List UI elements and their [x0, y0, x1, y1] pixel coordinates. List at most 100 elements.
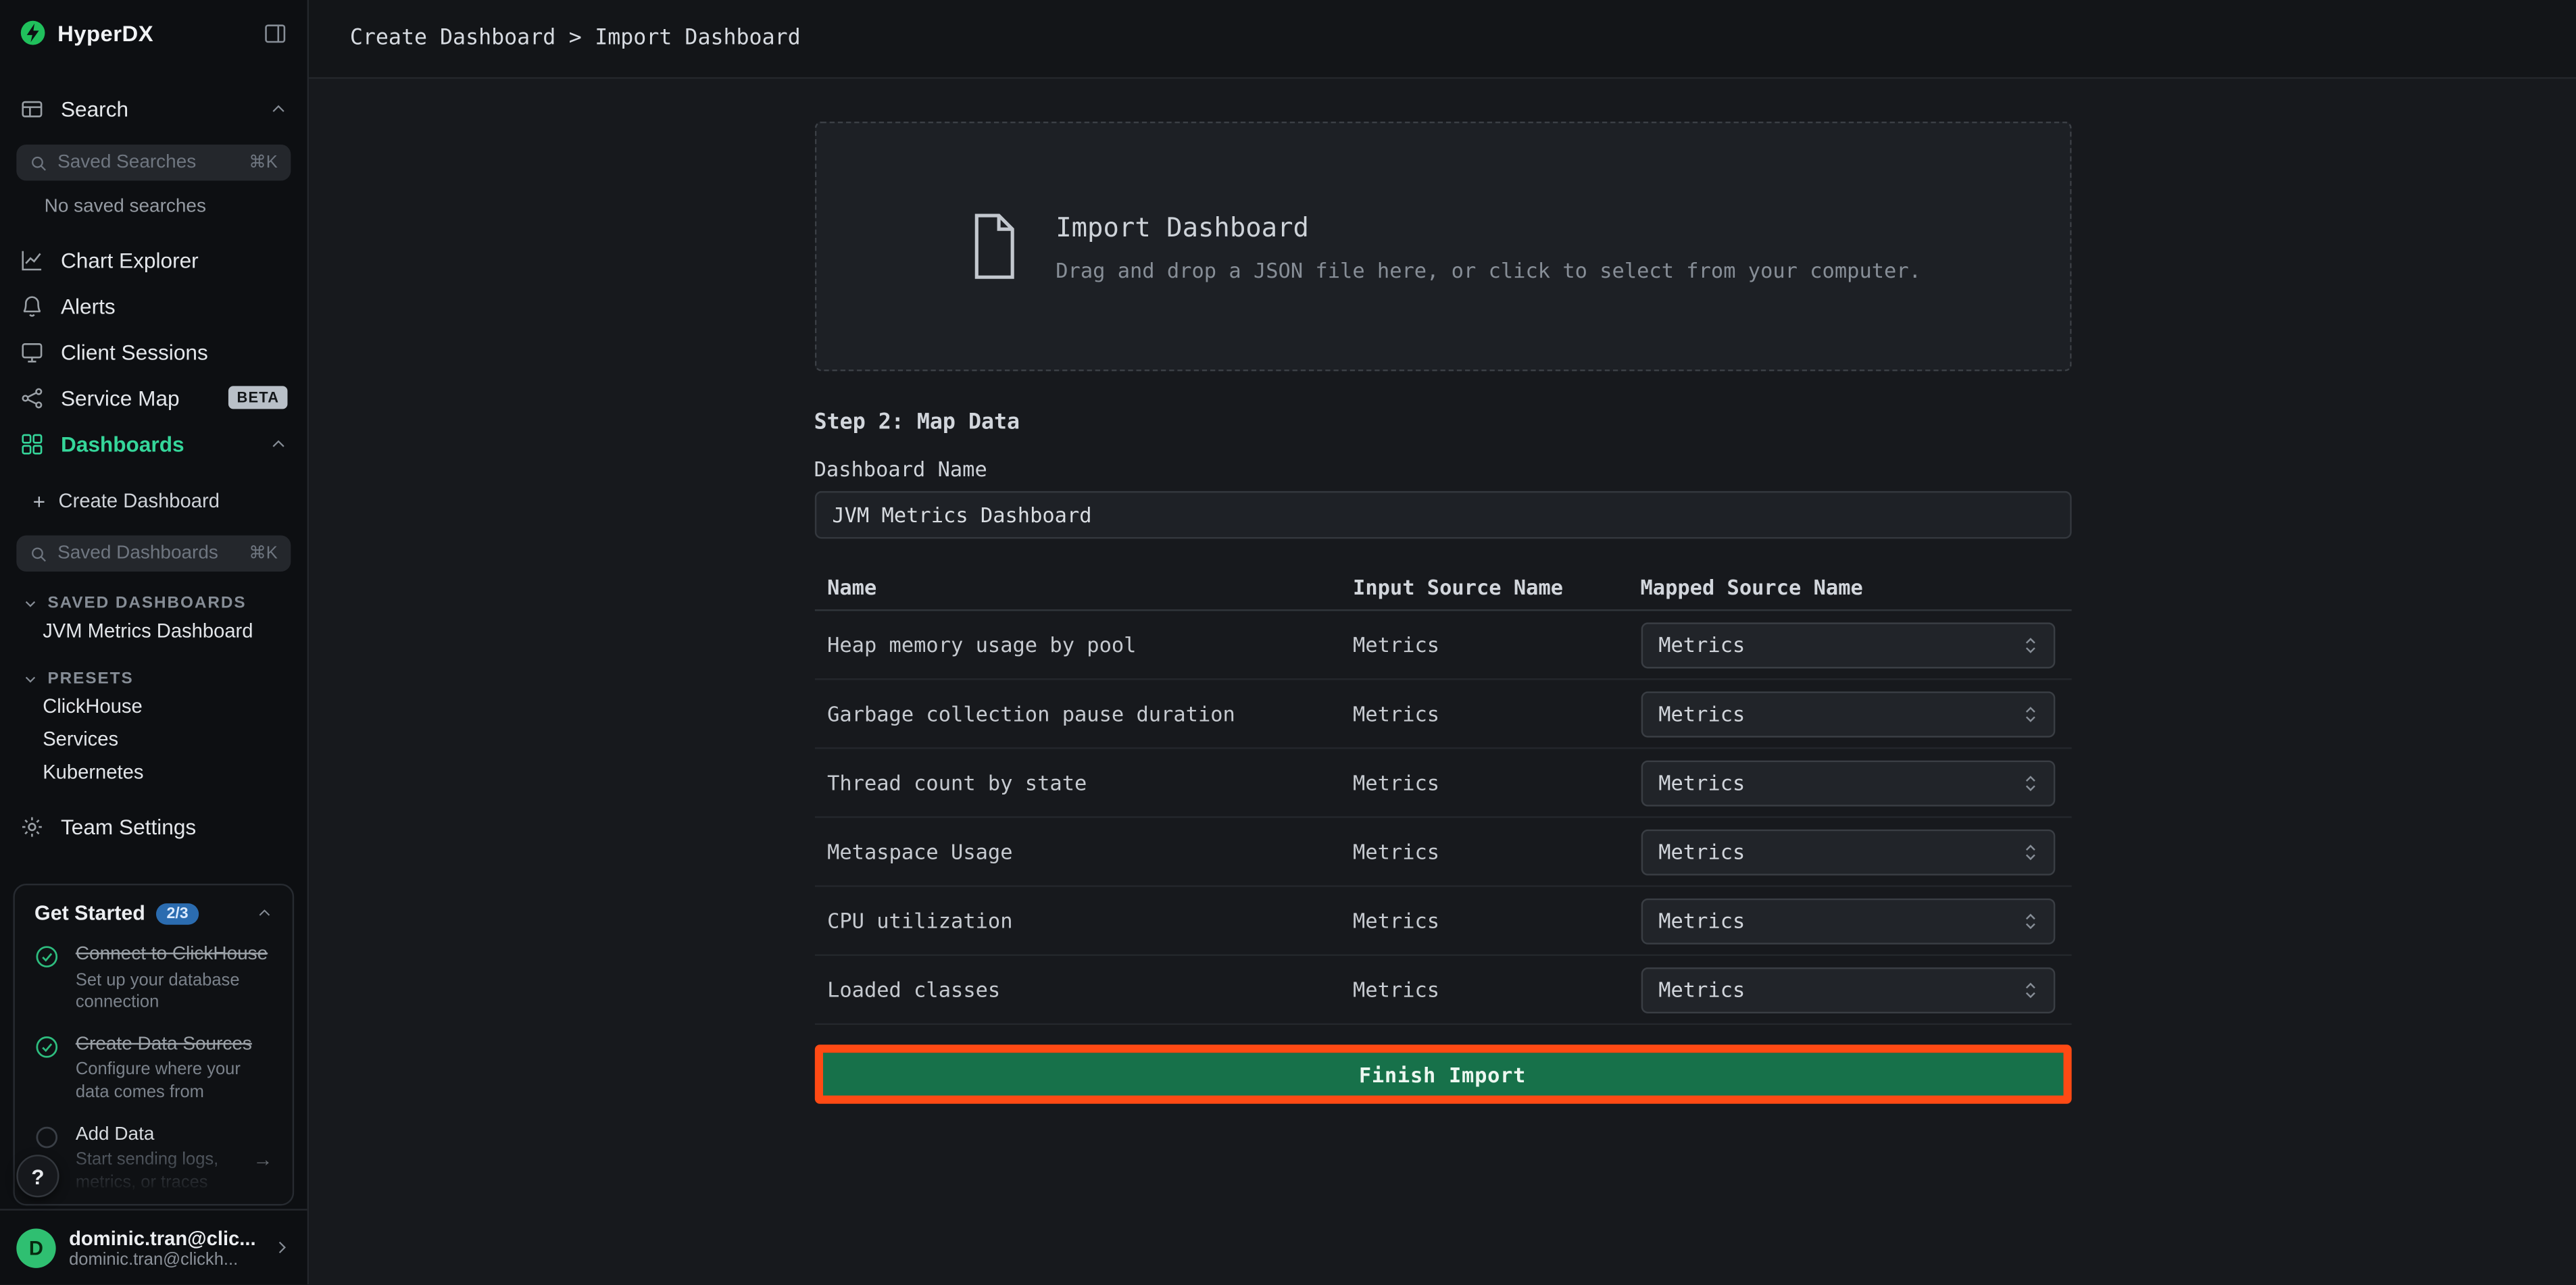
- mapped-source-value: Metrics: [1658, 839, 1745, 863]
- input-source-cell: Metrics: [1353, 839, 1640, 863]
- get-started-item-desc: Set up your database connection: [76, 970, 273, 1015]
- saved-dashboards-group[interactable]: SAVED DASHBOARDS: [0, 591, 307, 614]
- mapped-source-value: Metrics: [1658, 978, 1745, 1002]
- mapped-source-value: Metrics: [1658, 908, 1745, 932]
- table-row: Metaspace Usage Metrics Metrics: [814, 818, 2071, 887]
- mapped-source-select[interactable]: Metrics: [1640, 690, 2054, 736]
- get-started-item-desc: Start sending logs, metrics, or traces: [76, 1150, 239, 1194]
- mapped-source-select[interactable]: Metrics: [1640, 622, 2054, 667]
- avatar-initial: D: [29, 1236, 43, 1259]
- sidebar-section-search[interactable]: Search: [0, 85, 307, 131]
- table-header-row: Name Input Source Name Mapped Source Nam…: [814, 563, 2071, 611]
- user-menu[interactable]: D dominic.tran@clic... dominic.tran@clic…: [0, 1209, 307, 1285]
- sidebar-item-kubernetes-preset[interactable]: Kubernetes: [0, 755, 307, 788]
- chart-name-cell: Metaspace Usage: [814, 839, 1353, 863]
- get-started-item-title: Create Data Sources: [76, 1033, 273, 1057]
- sidebar: HyperDX Search ⌘K No saved searches: [0, 0, 309, 1285]
- sidebar-item-services-preset[interactable]: Services: [0, 723, 307, 756]
- get-started-title: Get Started: [34, 903, 145, 926]
- progress-badge: 2/3: [157, 903, 198, 925]
- sidebar-item-clickhouse-preset[interactable]: ClickHouse: [0, 690, 307, 723]
- preset-item-label: ClickHouse: [43, 695, 143, 717]
- chevron-updown-icon: [2020, 911, 2039, 930]
- chevron-up-icon[interactable]: [270, 434, 288, 453]
- collapse-sidebar-icon[interactable]: [263, 20, 287, 45]
- finish-import-button[interactable]: Finish Import: [822, 1053, 2062, 1095]
- mapped-source-select[interactable]: Metrics: [1640, 898, 2054, 944]
- search-icon: [30, 153, 48, 172]
- column-header-mapped-source: Mapped Source Name: [1640, 574, 2071, 599]
- get-started-item-add-data[interactable]: Add Data Start sending logs, metrics, or…: [34, 1123, 273, 1194]
- presets-group-label: PRESETS: [48, 670, 134, 688]
- get-started-item-desc: Configure where your data comes from: [76, 1060, 273, 1105]
- saved-dashboards-input[interactable]: [57, 544, 239, 563]
- chevron-up-icon[interactable]: [256, 905, 272, 922]
- mapped-source-select[interactable]: Metrics: [1640, 967, 2054, 1013]
- mapped-source-value: Metrics: [1658, 770, 1745, 795]
- chart-name-cell: Thread count by state: [814, 770, 1353, 795]
- mapped-source-select[interactable]: Metrics: [1640, 829, 2054, 875]
- arrow-right-icon: →: [253, 1147, 272, 1170]
- chevron-up-icon[interactable]: [270, 99, 288, 118]
- chevron-updown-icon: [2020, 980, 2039, 999]
- finish-import-highlight: Finish Import: [814, 1044, 2071, 1104]
- chevron-down-icon: [23, 595, 38, 610]
- dashboard-name-label: Dashboard Name: [814, 457, 2071, 481]
- beta-badge: BETA: [228, 386, 287, 409]
- column-header-input-source: Input Source Name: [1353, 574, 1640, 599]
- breadcrumb-item-create-dashboard[interactable]: Create Dashboard: [350, 26, 555, 51]
- chevron-right-icon: [273, 1239, 291, 1257]
- table-row: Thread count by state Metrics Metrics: [814, 749, 2071, 818]
- mapped-source-select[interactable]: Metrics: [1640, 759, 2054, 805]
- chart-name-cell: Loaded classes: [814, 978, 1353, 1002]
- plus-icon: +: [33, 488, 45, 513]
- sidebar-header: HyperDX: [0, 0, 307, 66]
- saved-searches-input[interactable]: [57, 153, 239, 172]
- get-started-card: Get Started 2/3 Connect to ClickHouse Se…: [13, 884, 294, 1207]
- input-source-cell: Metrics: [1353, 770, 1640, 795]
- sidebar-item-alerts[interactable]: Alerts: [0, 282, 307, 328]
- check-circle-icon: [34, 943, 61, 1015]
- get-started-header[interactable]: Get Started 2/3: [34, 903, 273, 926]
- monitor-icon: [20, 339, 44, 363]
- main-area: Create Dashboard > Import Dashboard Impo…: [309, 0, 2576, 1285]
- sidebar-item-client-sessions[interactable]: Client Sessions: [0, 328, 307, 374]
- get-started-item-sources[interactable]: Create Data Sources Configure where your…: [34, 1033, 273, 1105]
- create-dashboard-label: Create Dashboard: [59, 489, 220, 512]
- search-section-label: Search: [61, 96, 128, 120]
- file-dropzone[interactable]: Import Dashboard Drag and drop a JSON fi…: [814, 122, 2071, 372]
- no-saved-searches-text: No saved searches: [0, 197, 307, 220]
- dashboard-item-label: JVM Metrics Dashboard: [43, 620, 253, 642]
- presets-group[interactable]: PRESETS: [0, 667, 307, 690]
- keyboard-shortcut-badge: ⌘K: [249, 153, 278, 172]
- hyperdx-logo-icon: [20, 20, 46, 46]
- sidebar-item-label: Alerts: [61, 293, 116, 318]
- chevron-updown-icon: [2020, 842, 2039, 861]
- saved-searches-searchbox[interactable]: ⌘K: [16, 145, 291, 180]
- saved-dashboards-group-label: SAVED DASHBOARDS: [48, 594, 247, 612]
- avatar: D: [16, 1228, 55, 1267]
- step-label: Step 2: Map Data: [814, 411, 2071, 435]
- sidebar-item-team-settings[interactable]: Team Settings: [0, 801, 307, 851]
- dropzone-text: Import Dashboard Drag and drop a JSON fi…: [1056, 211, 1921, 282]
- get-started-item-body: Connect to ClickHouse Set up your databa…: [76, 943, 273, 1015]
- dashboard-name-input[interactable]: [814, 491, 2071, 539]
- table-row: Heap memory usage by pool Metrics Metric…: [814, 611, 2071, 680]
- saved-dashboards-searchbox[interactable]: ⌘K: [16, 536, 291, 572]
- table-row: Garbage collection pause duration Metric…: [814, 680, 2071, 749]
- bell-icon: [20, 293, 44, 318]
- sidebar-item-dashboards[interactable]: Dashboards: [0, 420, 307, 466]
- preset-item-label: Kubernetes: [43, 761, 143, 784]
- brand-title: HyperDX: [57, 20, 153, 45]
- search-section-icon: [20, 96, 44, 120]
- chart-name-cell: CPU utilization: [814, 908, 1353, 932]
- sidebar-item-service-map[interactable]: Service Map BETA: [0, 374, 307, 420]
- column-header-name: Name: [814, 574, 1353, 599]
- sidebar-item-jvm-metrics-dashboard[interactable]: JVM Metrics Dashboard: [0, 614, 307, 647]
- get-started-item-body: Create Data Sources Configure where your…: [76, 1033, 273, 1105]
- get-started-item-connect[interactable]: Connect to ClickHouse Set up your databa…: [34, 943, 273, 1015]
- input-source-cell: Metrics: [1353, 701, 1640, 726]
- create-dashboard-button[interactable]: + Create Dashboard: [0, 480, 307, 522]
- team-settings-label: Team Settings: [61, 814, 196, 838]
- sidebar-item-chart-explorer[interactable]: Chart Explorer: [0, 236, 307, 282]
